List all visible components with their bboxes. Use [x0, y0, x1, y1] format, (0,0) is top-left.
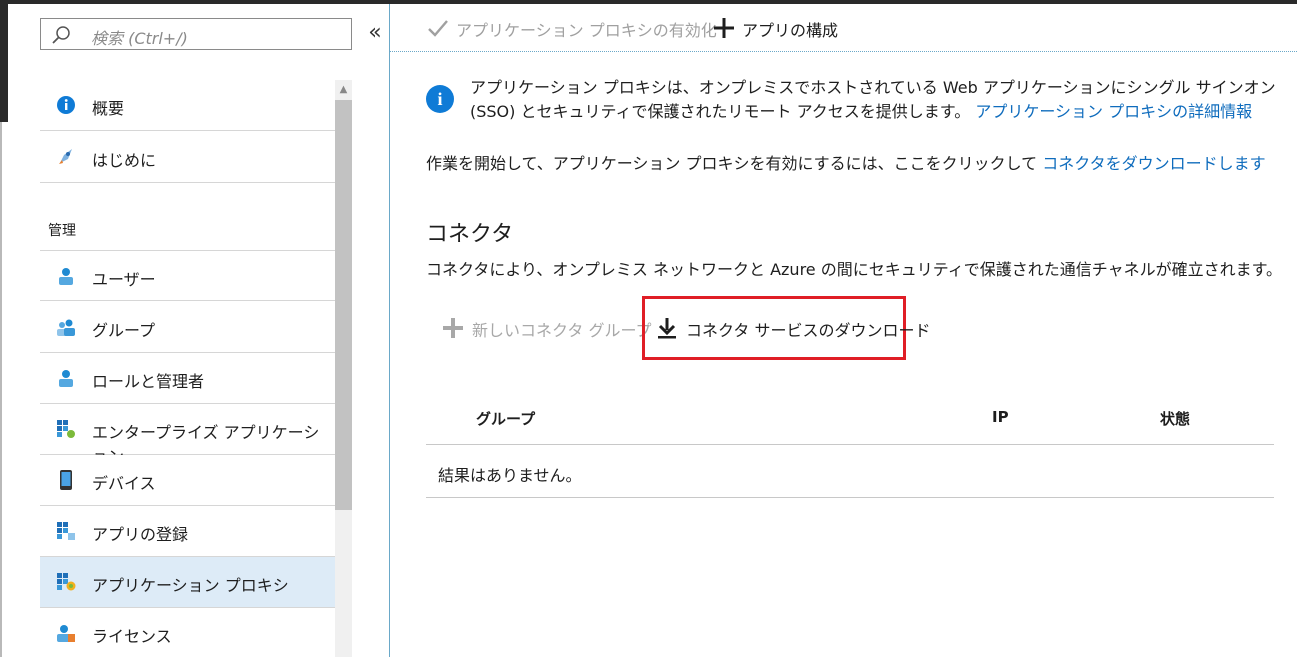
header-divider	[426, 444, 1274, 445]
scrollbar-thumb[interactable]	[335, 100, 352, 510]
connectors-description: コネクタにより、オンプレミス ネットワークと Azure の間にセキュリティで保…	[426, 260, 1283, 279]
sidebar-item-enterprise-apps[interactable]: エンタープライズ アプリケーション	[40, 404, 335, 466]
sidebar-item-application-proxy[interactable]: アプリケーション プロキシ	[40, 557, 335, 608]
search-placeholder: 検索 (Ctrl+/)	[91, 29, 188, 48]
collapse-sidebar-button[interactable]: «	[364, 18, 386, 48]
sidebar-item-groups[interactable]: グループ	[40, 302, 335, 353]
sidebar-item-label: はじめに	[92, 151, 157, 170]
column-header-ip[interactable]: IP	[992, 408, 1009, 426]
sidebar-item-roles[interactable]: ロールと管理者	[40, 353, 335, 404]
scroll-up-arrow[interactable]: ▲	[335, 80, 352, 100]
sidebar-item-label: ライセンス	[92, 627, 172, 646]
sidebar: 検索 (Ctrl+/) « ▲ 概要 はじめに 管理 ユーザー グループ ロール…	[8, 4, 389, 657]
sidebar-item-users[interactable]: ユーザー	[40, 250, 335, 301]
search-input[interactable]: 検索 (Ctrl+/)	[40, 18, 352, 50]
plus-icon	[443, 318, 463, 338]
connectors-title: コネクタ	[426, 222, 514, 247]
configure-app-button[interactable]: アプリの構成	[712, 16, 842, 40]
sidebar-item-devices[interactable]: デバイス	[40, 455, 335, 506]
app-window: 検索 (Ctrl+/) « ▲ 概要 はじめに 管理 ユーザー グループ ロール…	[0, 0, 1297, 657]
new-connector-group-label: 新しいコネクタ グループ	[472, 321, 652, 340]
start-message: 作業を開始して、アプリケーション プロキシを有効にするには、ここをクリックして …	[426, 150, 1266, 174]
empty-results-message: 結果はありません。	[438, 466, 582, 485]
left-edge-line	[0, 122, 2, 657]
section-label-manage: 管理	[48, 223, 76, 239]
search-icon	[52, 26, 70, 44]
role-icon	[59, 370, 73, 387]
info-icon	[57, 96, 75, 114]
app-proxy-icon	[57, 573, 76, 591]
group-icon	[57, 319, 75, 336]
pane-divider	[389, 4, 390, 657]
app-registration-icon	[57, 522, 75, 540]
new-connector-group-button[interactable]: 新しいコネクタ グループ	[442, 316, 652, 340]
column-header-status[interactable]: 状態	[1160, 408, 1190, 429]
sidebar-item-label: デバイス	[92, 474, 156, 493]
sidebar-item-label: ユーザー	[92, 270, 156, 289]
command-bar: アプリケーション プロキシの有効化 アプリの構成	[390, 4, 1297, 52]
proxy-details-link[interactable]: アプリケーション プロキシの詳細情報	[975, 102, 1252, 121]
enable-proxy-button[interactable]: アプリケーション プロキシの有効化	[426, 16, 717, 40]
license-icon	[57, 625, 75, 642]
download-connector-link[interactable]: コネクタをダウンロードします	[1042, 154, 1265, 173]
enable-proxy-label: アプリケーション プロキシの有効化	[456, 21, 717, 40]
rocket-icon	[59, 149, 72, 164]
sidebar-item-label: ロールと管理者	[92, 372, 205, 391]
info-icon: i	[426, 85, 454, 113]
device-icon	[60, 470, 72, 490]
sidebar-item-label: アプリケーション プロキシ	[92, 576, 289, 595]
enterprise-app-icon	[57, 420, 75, 438]
download-connector-service-label: コネクタ サービスのダウンロード	[686, 321, 931, 340]
sidebar-item-app-registrations[interactable]: アプリの登録	[40, 506, 335, 557]
download-icon	[658, 318, 676, 339]
column-header-group[interactable]: グループ	[476, 408, 535, 429]
info-message: アプリケーション プロキシは、オンプレミスでホストされている Web アプリケー…	[470, 76, 1297, 124]
left-edge	[0, 0, 8, 122]
sidebar-item-label: グループ	[92, 321, 156, 340]
download-connector-service-button[interactable]: コネクタ サービスのダウンロード	[656, 316, 930, 340]
sidebar-item-label: 概要	[92, 99, 125, 118]
row-divider	[426, 497, 1274, 498]
sidebar-item-licenses[interactable]: ライセンス	[40, 608, 335, 657]
configure-app-label: アプリの構成	[742, 21, 839, 40]
checkmark-icon	[428, 20, 448, 37]
user-icon	[59, 268, 73, 285]
start-text: 作業を開始して、アプリケーション プロキシを有効にするには、ここをクリックして	[426, 154, 1038, 173]
sidebar-item-getting-started[interactable]: はじめに	[40, 132, 335, 183]
plus-icon	[714, 18, 734, 38]
sidebar-item-overview[interactable]: 概要	[40, 80, 335, 131]
sidebar-item-label: アプリの登録	[92, 525, 189, 544]
